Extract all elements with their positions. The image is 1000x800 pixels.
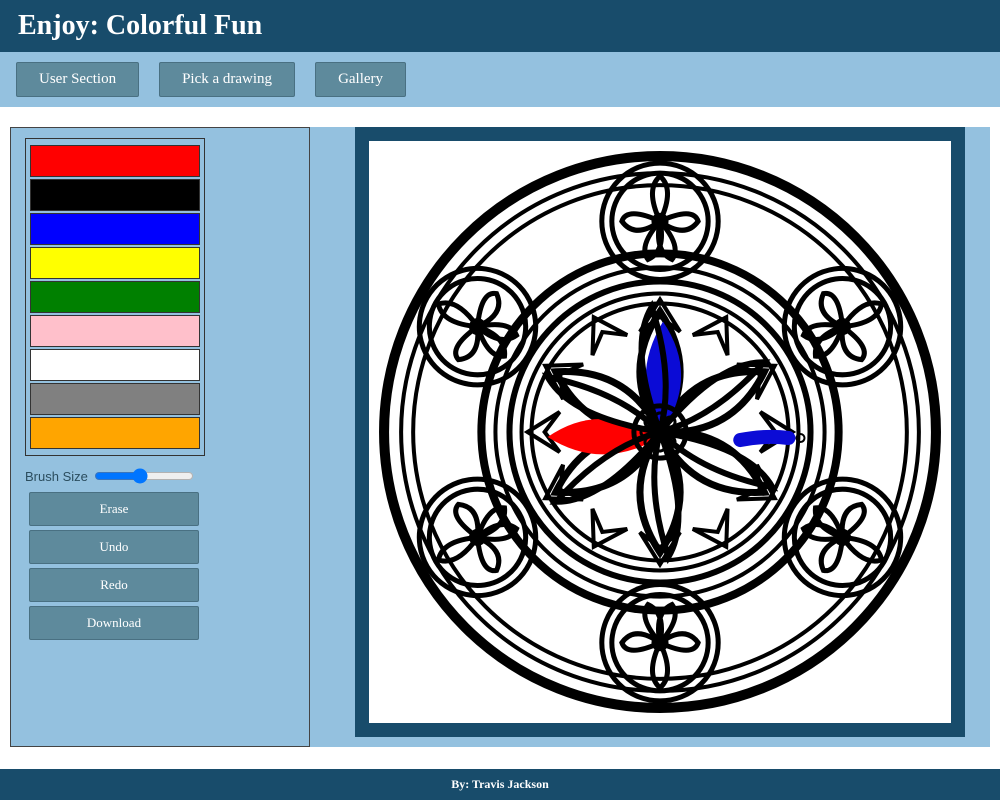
color-swatch-5[interactable] — [30, 315, 200, 347]
app-title: Enjoy: Colorful Fun — [0, 0, 1000, 52]
color-palette — [25, 138, 205, 456]
color-swatch-4[interactable] — [30, 281, 200, 313]
color-swatch-6[interactable] — [30, 349, 200, 381]
color-swatch-0[interactable] — [30, 145, 200, 177]
color-swatch-3[interactable] — [30, 247, 200, 279]
navbar: User Section Pick a drawing Gallery — [0, 52, 1000, 111]
brush-size-label: Brush Size — [25, 469, 88, 484]
footer-credit: By: Travis Jackson — [0, 769, 1000, 800]
drawing-canvas[interactable] — [369, 141, 951, 723]
canvas-frame — [355, 127, 965, 737]
download-button[interactable]: Download — [29, 606, 199, 640]
color-swatch-8[interactable] — [30, 417, 200, 449]
brush-size-slider[interactable] — [94, 468, 194, 484]
sidebar: Brush Size Erase Undo Redo Download — [10, 127, 310, 747]
undo-button[interactable]: Undo — [29, 530, 199, 564]
brush-size-control: Brush Size — [25, 468, 309, 484]
mandala-icon — [369, 141, 951, 723]
color-swatch-7[interactable] — [30, 383, 200, 415]
color-swatch-1[interactable] — [30, 179, 200, 211]
gallery-button[interactable]: Gallery — [315, 62, 406, 97]
color-swatch-2[interactable] — [30, 213, 200, 245]
canvas-area — [310, 127, 990, 747]
erase-button[interactable]: Erase — [29, 492, 199, 526]
user-section-button[interactable]: User Section — [16, 62, 139, 97]
main-area: Brush Size Erase Undo Redo Download — [0, 117, 1000, 757]
redo-button[interactable]: Redo — [29, 568, 199, 602]
pick-drawing-button[interactable]: Pick a drawing — [159, 62, 295, 97]
